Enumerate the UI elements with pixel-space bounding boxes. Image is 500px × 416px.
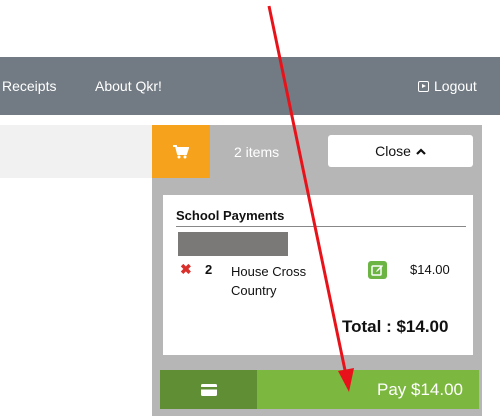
shopping-cart-icon bbox=[173, 144, 189, 158]
edit-item-button[interactable] bbox=[368, 261, 387, 279]
logout-label: Logout bbox=[434, 78, 477, 94]
logout-icon bbox=[418, 80, 429, 92]
remove-item-icon[interactable]: ✖ bbox=[180, 261, 192, 278]
cart-panel: 2 items Close School Payments ✖ 2 House … bbox=[152, 125, 482, 416]
top-navbar: Receipts About Qkr! Logout bbox=[0, 57, 500, 115]
close-cart-button[interactable]: Close bbox=[328, 135, 473, 167]
item-price: $14.00 bbox=[410, 262, 450, 277]
nav-about-link[interactable]: About Qkr! bbox=[95, 78, 162, 94]
nav-receipts-link[interactable]: Receipts bbox=[2, 78, 56, 94]
item-name: House Cross Country bbox=[231, 264, 307, 298]
edit-icon bbox=[371, 265, 383, 276]
close-button-label: Close bbox=[375, 143, 411, 159]
chevron-up-icon bbox=[416, 147, 426, 155]
cart-item-count: 2 items bbox=[234, 144, 280, 160]
pay-button[interactable]: Pay $14.00 bbox=[257, 370, 479, 409]
content-header-strip bbox=[0, 125, 152, 178]
cart-total: Total : $14.00 bbox=[342, 317, 449, 336]
credit-card-icon bbox=[200, 383, 217, 396]
section-title: School Payments bbox=[176, 208, 285, 223]
item-quantity: 2 bbox=[205, 262, 213, 277]
cart-summary-card: School Payments ✖ 2 House Cross Country … bbox=[163, 195, 473, 355]
logout-link[interactable]: Logout bbox=[418, 78, 477, 94]
section-divider bbox=[176, 226, 466, 227]
card-payment-button[interactable] bbox=[160, 370, 257, 409]
redacted-student-name bbox=[178, 232, 288, 256]
cart-toggle-button[interactable] bbox=[152, 125, 210, 178]
